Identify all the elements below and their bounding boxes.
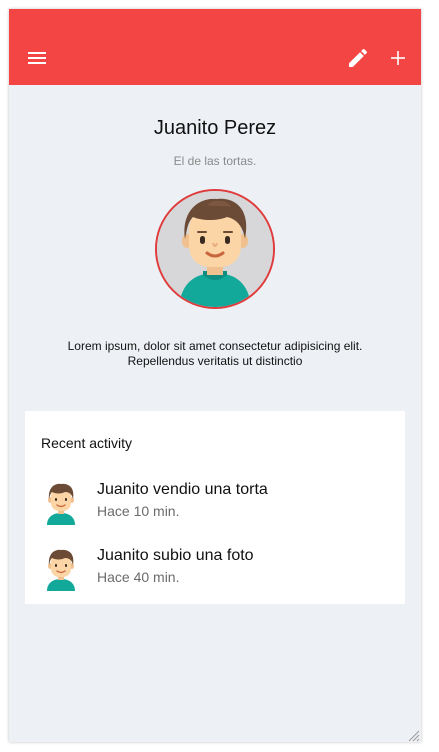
plus-icon[interactable] [386,46,410,70]
activity-title: Juanito subio una foto [97,547,254,564]
profile-tagline: El de las tortas. [173,154,257,168]
activity-item[interactable]: Juanito subio una foto Hace 40 min. [25,541,405,599]
menu-icon[interactable] [25,46,49,70]
activity-time: Hace 40 min. [97,569,180,585]
activity-time: Hace 10 min. [97,503,180,519]
recent-activity-card: Recent activity Juanito vendio una torta… [25,411,405,604]
bio-line-1: Lorem ipsum, dolor sit amet consectetur … [67,339,363,353]
bio-line-2: Repellendus veritatis ut distinctio [127,354,303,368]
card-title: Recent activity [41,435,133,451]
activity-title: Juanito vendio una torta [97,481,268,498]
profile-bio: Lorem ipsum, dolor sit amet consectetur … [49,339,381,369]
profile-name: Juanito Perez [153,117,277,139]
toolbar [9,9,421,85]
pencil-icon[interactable] [346,46,370,70]
avatar-icon [43,549,79,591]
profile-avatar [155,189,275,309]
resize-grip-icon[interactable] [408,729,420,742]
activity-item[interactable]: Juanito vendio una torta Hace 10 min. [25,475,405,533]
app-screen: Juanito Perez El de las tortas. Lorem ip… [9,9,421,742]
avatar-icon [43,483,79,525]
